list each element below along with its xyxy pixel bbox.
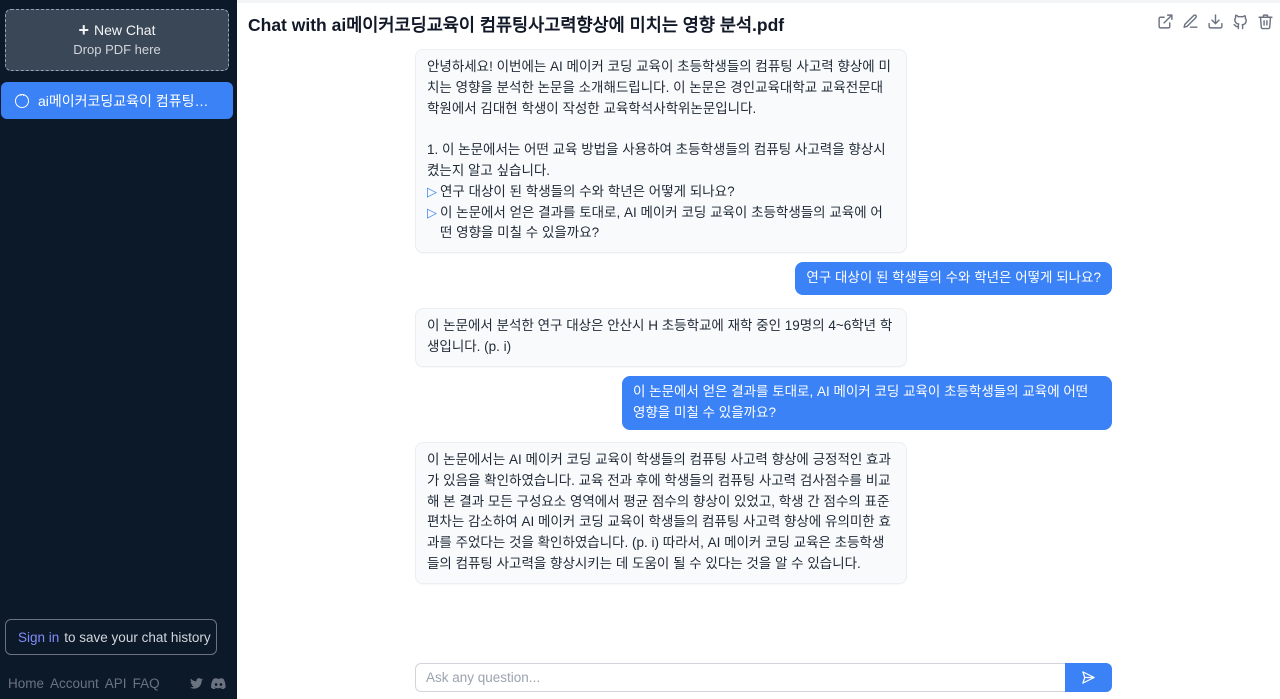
discord-icon[interactable] [211, 678, 226, 689]
download-icon[interactable] [1207, 13, 1224, 30]
assistant-message-text: 이 논문에서는 AI 메이커 코딩 교육이 학생들의 컴퓨팅 사고력 향상에 긍… [427, 452, 891, 571]
footer-nav: Home Account API FAQ [8, 676, 160, 691]
send-arrow-icon: ▷ [427, 183, 437, 199]
assistant-message: 이 논문에서는 AI 메이커 코딩 교육이 학생들의 컴퓨팅 사고력 향상에 긍… [415, 442, 907, 584]
chat-input-bar [415, 663, 1112, 692]
send-button[interactable] [1065, 663, 1112, 692]
new-chat-dropzone[interactable]: + New Chat Drop PDF here [5, 9, 229, 71]
twitter-icon[interactable] [190, 678, 203, 689]
suggested-question-text: 이 논문에서 얻은 결과를 토대로, AI 메이커 코딩 교육이 초등학생들의 … [440, 204, 883, 241]
question-input[interactable] [415, 663, 1065, 692]
share-icon[interactable] [1157, 13, 1174, 30]
suggested-question[interactable]: ▷ 연구 대상이 된 학생들의 수와 학년은 어떻게 되나요? [427, 182, 895, 203]
assistant-intro-text: 안녕하세요! 이번에는 AI 메이커 코딩 교육이 초등학생들의 컴퓨팅 사고력… [427, 59, 891, 116]
send-icon [1082, 671, 1095, 684]
assistant-message: 안녕하세요! 이번에는 AI 메이커 코딩 교육이 초등학생들의 컴퓨팅 사고력… [415, 49, 907, 254]
footer-link-home[interactable]: Home [8, 676, 44, 691]
assistant-message: 이 논문에서 분석한 연구 대상은 안산시 H 초등학교에 재학 중인 19명의… [415, 308, 907, 367]
trash-icon[interactable] [1257, 13, 1274, 30]
top-divider [237, 0, 1280, 3]
suggested-question[interactable]: ▷ 이 논문에서 얻은 결과를 토대로, AI 메이커 코딩 교육이 초등학생들… [427, 203, 895, 245]
user-message: 연구 대상이 된 학생들의 수와 학년은 어떻게 되나요? [795, 262, 1112, 295]
user-message: 이 논문에서 얻은 결과를 토대로, AI 메이커 코딩 교육이 초등학생들의 … [622, 376, 1112, 430]
drop-pdf-label: Drop PDF here [73, 42, 161, 57]
footer-link-api[interactable]: API [105, 676, 127, 691]
suggested-question-text: 연구 대상이 된 학생들의 수와 학년은 어떻게 되나요? [440, 183, 735, 199]
plus-icon: + [78, 20, 90, 40]
signin-prompt: Sign in to save your chat history [5, 619, 217, 655]
header-toolbar [1157, 13, 1274, 30]
github-icon[interactable] [1232, 13, 1249, 30]
edit-icon[interactable] [1182, 13, 1199, 30]
new-chat-button[interactable]: + New Chat [6, 20, 228, 40]
chat-history-label: ai메이커코딩교육이 컴퓨팅사고력향상에 미치는 영향 분석.pdf [38, 92, 213, 109]
sidebar: + New Chat Drop PDF here ai메이커코딩교육이 컴퓨팅사… [0, 0, 237, 699]
footer-link-account[interactable]: Account [50, 676, 99, 691]
signin-text: to save your chat history [64, 629, 211, 645]
chat-history-item[interactable]: ai메이커코딩교육이 컴퓨팅사고력향상에 미치는 영향 분석.pdf [1, 82, 233, 119]
footer-link-faq[interactable]: FAQ [133, 676, 160, 691]
page-title: Chat with ai메이커코딩교육이 컴퓨팅사고력향상에 미치는 영향 분석… [248, 15, 785, 35]
new-chat-label: New Chat [94, 22, 156, 38]
send-arrow-icon: ▷ [427, 204, 437, 220]
assistant-question-text: 1. 이 논문에서는 어떤 교육 방법을 사용하여 초등학생들의 컴퓨팅 사고력… [427, 142, 886, 178]
chat-bubble-icon [15, 90, 29, 108]
signin-link[interactable]: Sign in [18, 630, 59, 645]
assistant-message-text: 이 논문에서 분석한 연구 대상은 안산시 H 초등학교에 재학 중인 19명의… [427, 318, 893, 354]
